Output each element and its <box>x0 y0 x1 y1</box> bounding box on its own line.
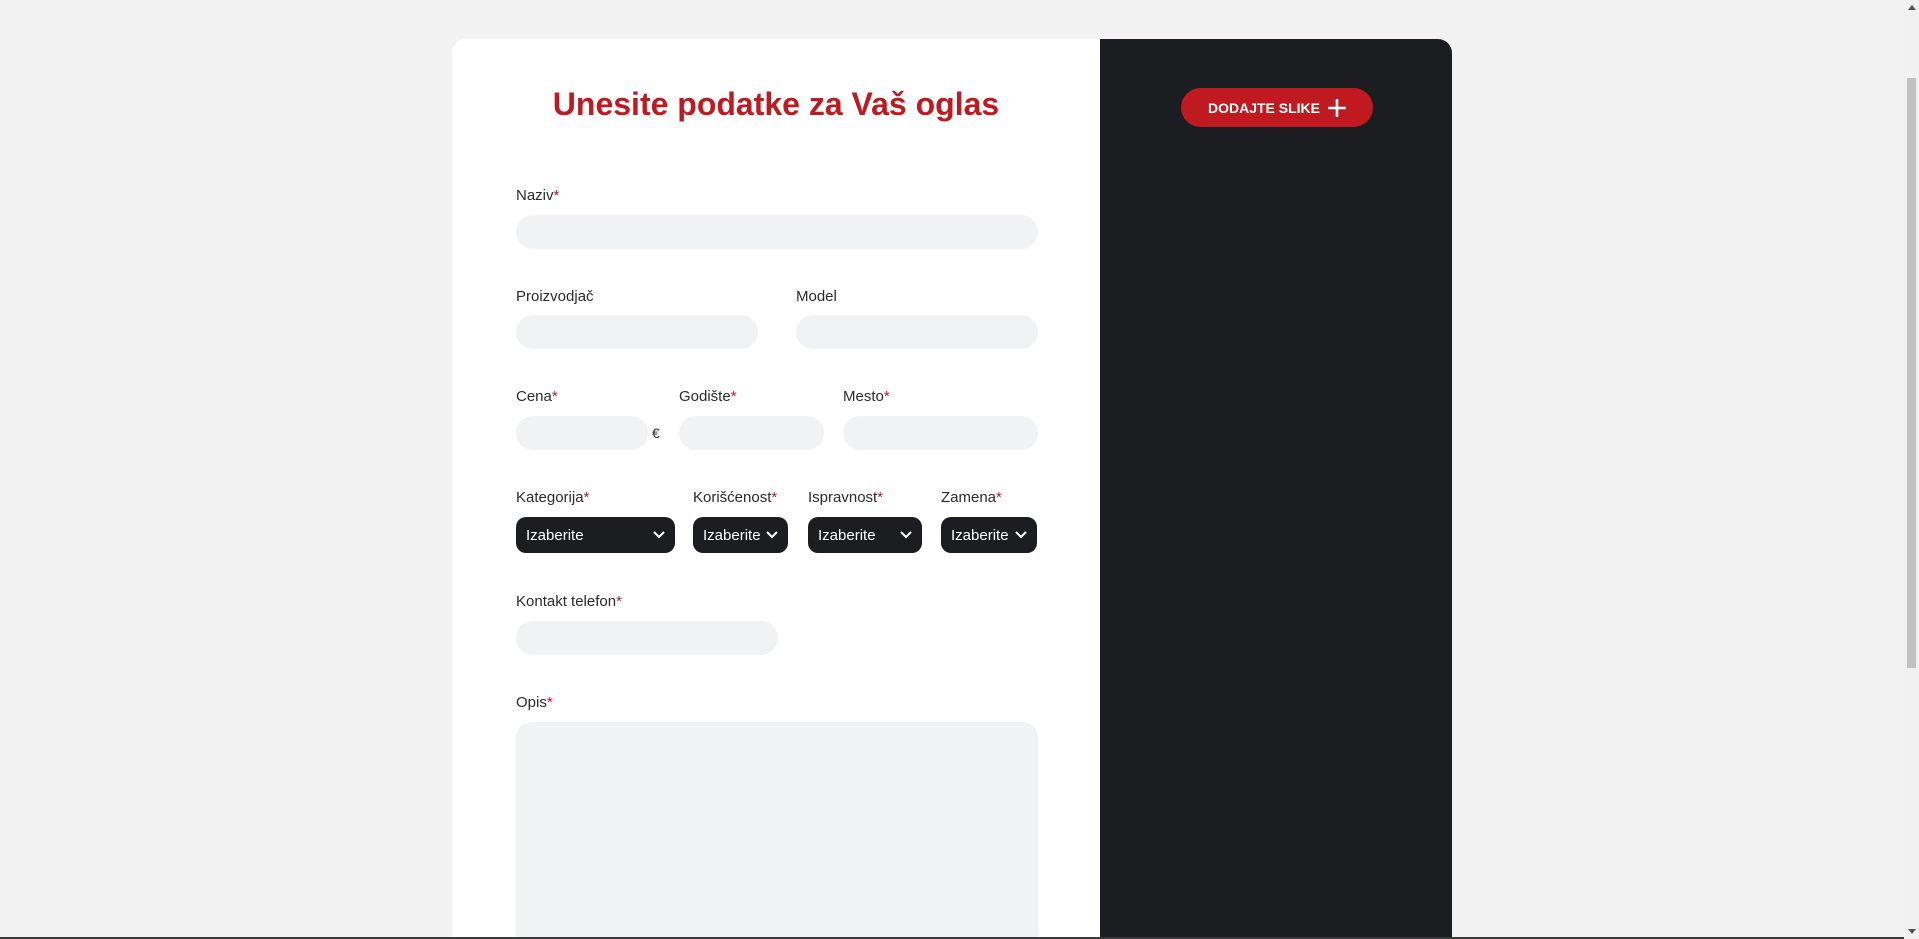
zamena-label-text: Zamena <box>941 489 997 506</box>
scroll-up-arrow-icon[interactable] <box>1904 0 1919 15</box>
naziv-label-text: Naziv <box>516 187 554 204</box>
vertical-scrollbar[interactable] <box>1904 0 1919 939</box>
model-label: Model <box>796 288 837 305</box>
koriscenost-label-text: Korišćenost <box>693 489 772 506</box>
kategorija-selected-value: Izaberite <box>526 526 584 544</box>
required-mark: * <box>553 187 560 204</box>
ispravnost-label: Ispravnost* <box>808 489 883 506</box>
required-mark: * <box>583 489 590 506</box>
plus-icon <box>1328 98 1346 117</box>
kategorija-label-text: Kategorija <box>516 489 584 506</box>
kategorija-select[interactable]: Izaberite <box>516 517 675 553</box>
cena-label: Cena* <box>516 388 558 405</box>
proizvodjac-input[interactable] <box>516 315 758 349</box>
kategorija-label: Kategorija* <box>516 489 589 506</box>
currency-symbol: € <box>652 425 660 441</box>
add-images-button-label: DODAJTE SLIKE <box>1207 99 1320 116</box>
zamena-label: Zamena* <box>941 489 1002 506</box>
ispravnost-label-text: Ispravnost <box>808 489 878 506</box>
form-pane: Unesite podatke za Vaš oglas Naziv* Proi… <box>452 39 1100 939</box>
naziv-label: Naziv* <box>516 187 559 204</box>
zamena-select[interactable]: Izaberite <box>941 517 1037 553</box>
required-mark: * <box>546 694 553 711</box>
chevron-down-icon <box>900 531 912 539</box>
koriscenost-select[interactable]: Izaberite <box>693 517 788 553</box>
required-mark: * <box>551 388 558 405</box>
godiste-input[interactable] <box>679 416 824 450</box>
ispravnost-selected-value: Izaberite <box>818 526 876 544</box>
mesto-input[interactable] <box>843 416 1038 450</box>
required-mark: * <box>996 489 1002 506</box>
scroll-down-arrow-icon[interactable] <box>1904 924 1919 939</box>
page: Unesite podatke za Vaš oglas Naziv* Proi… <box>0 0 1919 939</box>
required-mark: * <box>616 593 622 610</box>
chevron-down-icon <box>1015 531 1027 539</box>
page-title: Unesite podatke za Vaš oglas <box>552 86 1000 122</box>
opis-label: Opis* <box>516 694 553 711</box>
opis-textarea[interactable] <box>516 722 1038 939</box>
model-input[interactable] <box>796 315 1038 349</box>
chevron-down-icon <box>653 531 665 539</box>
godiste-label-text: Godište <box>679 388 731 405</box>
kontakt-telefon-label: Kontakt telefon* <box>516 593 622 610</box>
mesto-label-text: Mesto <box>843 388 884 405</box>
proizvodjac-label: Proizvodjač <box>516 288 594 305</box>
required-mark: * <box>883 388 890 405</box>
ad-form-card: Unesite podatke za Vaš oglas Naziv* Proi… <box>452 39 1452 939</box>
naziv-input[interactable] <box>516 215 1038 249</box>
required-mark: * <box>877 489 884 506</box>
ispravnost-select[interactable]: Izaberite <box>808 517 922 553</box>
opis-label-text: Opis <box>516 694 547 711</box>
mesto-label: Mesto* <box>843 388 890 405</box>
kontakt-telefon-label-text: Kontakt telefon <box>516 593 617 610</box>
godiste-label: Godište* <box>679 388 737 405</box>
koriscenost-label: Korišćenost* <box>693 489 777 506</box>
images-panel: DODAJTE SLIKE <box>1100 39 1452 939</box>
required-mark: * <box>771 489 778 506</box>
zamena-selected-value: Izaberite <box>951 526 1009 544</box>
kontakt-telefon-input[interactable] <box>516 621 778 655</box>
cena-input[interactable] <box>516 416 648 450</box>
cena-label-text: Cena <box>516 388 552 405</box>
koriscenost-selected-value: Izaberite <box>703 526 761 544</box>
required-mark: * <box>730 388 737 405</box>
add-images-button[interactable]: DODAJTE SLIKE <box>1181 88 1373 127</box>
chevron-down-icon <box>766 531 778 539</box>
scrollbar-thumb[interactable] <box>1907 78 1916 668</box>
